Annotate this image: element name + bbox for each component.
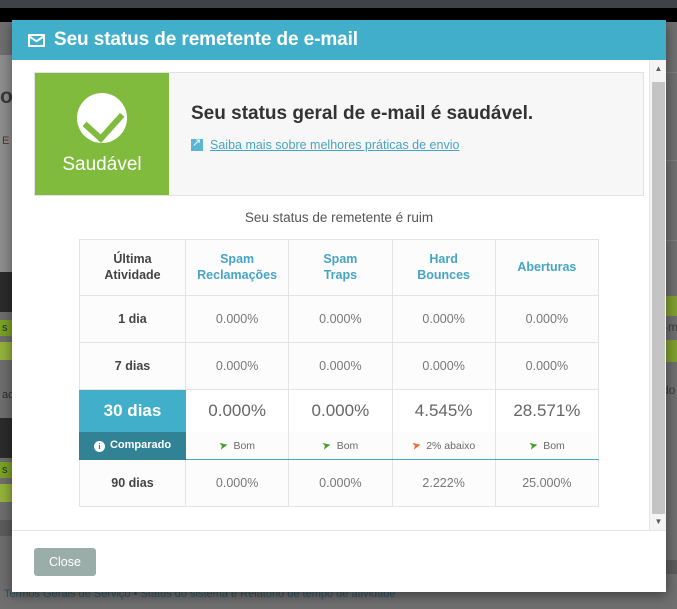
cell-opens: 25.000% [494, 459, 600, 508]
column-header-spam-traps: Spam Traps [288, 238, 393, 297]
cell-spam-complaints: 0.000% [184, 342, 290, 391]
row-label: 90 dias [79, 459, 186, 508]
banner-headline: Seu status geral de e-mail é saudável. [191, 103, 534, 124]
modal-body: Saudável Seu status geral de e-mail é sa… [12, 60, 666, 530]
comparison-cell-opens: ➤ Bom [494, 432, 600, 461]
cell-spam-complaints: 0.000% [184, 389, 290, 433]
table-header-row: Última Atividade Spam Reclamações Spam Trap… [79, 238, 600, 297]
sender-status-modal: Seu status de remetente de e-mail Saudáv… [12, 20, 666, 592]
cell-spam-traps: 0.000% [288, 295, 393, 344]
column-header-spam-complaints: Spam Reclamações [184, 238, 290, 297]
cell-spam-complaints: 0.000% [184, 459, 290, 508]
cell-hard-bounces: 0.000% [391, 342, 496, 391]
status-badge-label: Saudável [62, 153, 142, 175]
close-button[interactable]: Close [34, 547, 96, 576]
scrollbar-thumb[interactable] [652, 82, 665, 514]
status-badge: Saudável [35, 73, 169, 195]
envelope-icon [27, 33, 46, 47]
modal-title: Seu status de remetente de e-mail [54, 29, 358, 50]
table-row: 7 dias 0.000% 0.000% 0.000% 0.000% [79, 342, 600, 391]
learn-more-label: Saiba mais sobre melhores práticas de en… [210, 138, 460, 152]
comparison-cell-spam-traps: ➤ Bom [288, 432, 393, 461]
sender-metrics-table: Última Atividade Spam Reclamações Spam Trap… [79, 238, 600, 508]
column-header-hard-bounces: Hard Bounces [391, 238, 496, 297]
modal-header: Seu status de remetente de e-mail [12, 20, 666, 60]
background-label-1: s [2, 322, 8, 334]
comparison-cell-hard-bounces: ➤ 2% abaixo [391, 432, 496, 461]
overall-status-banner: Saudável Seu status geral de e-mail é sa… [34, 72, 644, 196]
sender-status-subtitle: Seu status de remetente é ruim [244, 210, 434, 225]
browser-chrome-bar [0, 0, 677, 8]
scroll-up-button[interactable]: ▲ [650, 60, 666, 77]
table-row: 90 dias 0.000% 0.000% 2.222% 25.000% [79, 459, 600, 508]
cell-spam-traps: 0.000% [288, 342, 393, 391]
row-label: 7 dias [79, 342, 186, 391]
learn-more-link[interactable]: Saiba mais sobre melhores práticas de en… [191, 136, 643, 152]
trend-up-icon: ➤ [527, 438, 540, 453]
background-subtext: E [2, 135, 10, 147]
background-label-2: s [2, 464, 8, 476]
cell-hard-bounces: 4.545% [391, 389, 496, 433]
cell-hard-bounces: 2.222% [391, 459, 496, 508]
row-label: 1 dia [79, 295, 186, 344]
trend-up-icon: ➤ [217, 438, 230, 453]
row-label: 30 dias [79, 389, 186, 433]
banner-content: Seu status geral de e-mail é saudável. S… [169, 73, 643, 195]
cell-spam-complaints: 0.000% [184, 295, 290, 344]
cell-spam-traps: 0.000% [288, 389, 393, 433]
external-link-icon [191, 136, 203, 151]
cell-opens: 0.000% [494, 295, 600, 344]
table-row-highlighted: 30 dias 0.000% 0.000% 4.545% 28.571% [79, 389, 600, 433]
comparison-row-label: i Comparado [79, 432, 186, 461]
cell-hard-bounces: 0.000% [391, 295, 496, 344]
table-row-comparison: i Comparado ➤ Bom ➤ Bom ➤ 2% abaixo ➤ Bom [79, 432, 600, 461]
modal-scrollbar[interactable]: ▲ ▼ [649, 60, 666, 530]
trend-down-icon: ➤ [410, 438, 423, 453]
scroll-down-button[interactable]: ▼ [650, 513, 666, 530]
check-circle-icon [77, 92, 127, 143]
column-header-opens: Aberturas [494, 238, 600, 297]
cell-opens: 28.571% [494, 389, 600, 433]
modal-footer: Close [12, 530, 666, 592]
info-circle-icon: i [93, 441, 105, 453]
trend-up-icon: ➤ [321, 438, 333, 453]
table-row: 1 dia 0.000% 0.000% 0.000% 0.000% [79, 295, 600, 344]
cell-opens: 0.000% [494, 342, 600, 391]
comparison-cell-spam-complaints: ➤ Bom [184, 432, 290, 461]
column-header-last-activity: Última Atividade [79, 238, 186, 297]
cell-spam-traps: 0.000% [288, 459, 393, 508]
